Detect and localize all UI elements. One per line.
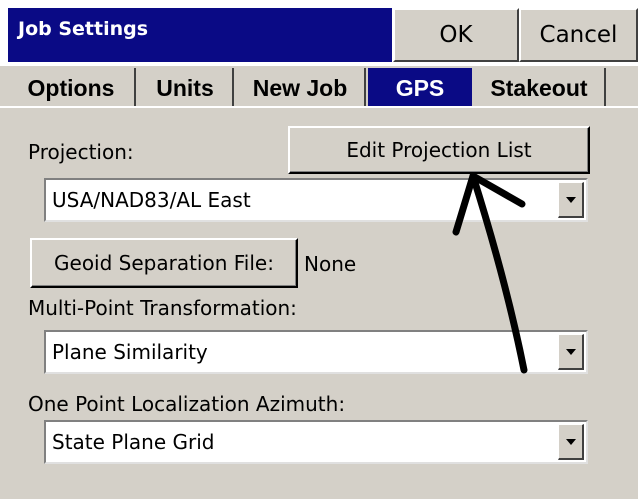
chevron-down-icon [565,438,576,445]
azimuth-select[interactable]: State Plane Grid [44,420,588,464]
geoid-separation-file-button[interactable]: Geoid Separation File: [30,238,298,288]
edit-projection-list-button[interactable]: Edit Projection List [288,126,590,174]
tab-gps[interactable]: GPS [368,68,472,108]
projection-select[interactable]: USA/NAD83/AL East [44,178,588,222]
tab-divider [0,106,638,108]
transformation-value: Plane Similarity [52,340,208,364]
window-title: Job Settings [18,18,149,40]
tab-options[interactable]: Options [8,68,136,108]
projection-value: USA/NAD83/AL East [52,188,251,212]
projection-label: Projection: [28,140,134,164]
ok-button[interactable]: OK [393,8,519,62]
chevron-down-icon [565,196,576,203]
tab-units[interactable]: Units [138,68,234,108]
geoid-value: None [304,252,357,276]
job-settings-window: Job Settings OK Cancel Options Units New… [0,0,638,499]
transformation-dropdown-button[interactable] [558,334,584,370]
projection-dropdown-button[interactable] [558,182,584,218]
title-bar: Job Settings OK Cancel [0,0,638,66]
tab-bar: Options Units New Job GPS Stakeout [0,66,638,110]
azimuth-label: One Point Localization Azimuth: [28,392,346,416]
cancel-button[interactable]: Cancel [519,8,638,62]
azimuth-value: State Plane Grid [52,430,215,454]
tab-stakeout[interactable]: Stakeout [474,68,606,108]
tab-new-job[interactable]: New Job [236,68,366,108]
transformation-label: Multi-Point Transformation: [28,296,297,320]
title-area: Job Settings [8,8,392,62]
azimuth-dropdown-button[interactable] [558,424,584,460]
chevron-down-icon [565,348,576,355]
transformation-select[interactable]: Plane Similarity [44,330,588,374]
